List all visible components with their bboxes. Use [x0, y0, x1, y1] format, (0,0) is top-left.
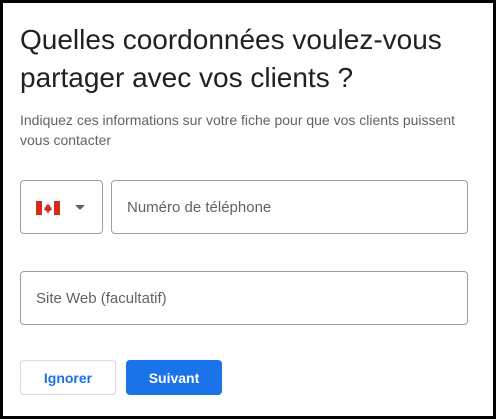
- next-button[interactable]: Suivant: [126, 360, 222, 395]
- dialog-title: Quelles coordonnées voulez-vous partager…: [20, 24, 442, 93]
- ignore-button[interactable]: Ignorer: [20, 360, 116, 395]
- website-input[interactable]: [20, 271, 468, 325]
- dialog: Quelles coordonnées voulez-vous partager…: [0, 0, 496, 419]
- dialog-subtitle: Indiquez ces informations sur votre fich…: [20, 112, 456, 148]
- caret-down-icon: [75, 205, 85, 210]
- phone-number-input[interactable]: [111, 180, 468, 234]
- canada-flag-icon: [36, 201, 60, 215]
- country-code-select[interactable]: [20, 180, 103, 234]
